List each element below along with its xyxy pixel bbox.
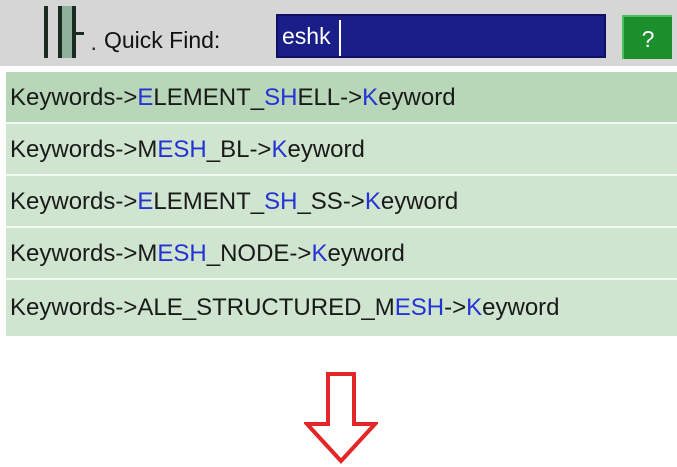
result-text: LEMENT_ xyxy=(153,188,265,215)
match-highlight: E xyxy=(137,84,154,111)
match-highlight: K xyxy=(364,188,381,215)
down-arrow-icon xyxy=(304,372,378,464)
result-item[interactable]: Keywords->ELEMENT_SH_SS->Keyword xyxy=(6,176,677,228)
result-text: eyword xyxy=(287,136,365,163)
match-highlight: K xyxy=(362,84,379,111)
search-results-list: Keywords->ELEMENT_SHELL->Keyword Keywords… xyxy=(6,72,677,336)
match-highlight: ESH xyxy=(394,294,445,321)
quick-find-input[interactable] xyxy=(276,14,606,58)
match-highlight: ESH xyxy=(157,240,207,267)
match-highlight: K xyxy=(271,136,288,163)
result-item[interactable]: Keywords->ALE_STRUCTURED_MESH->Keyword xyxy=(6,280,677,336)
result-text: Keywords->M xyxy=(10,136,158,163)
match-highlight: SH xyxy=(264,84,298,111)
result-item[interactable]: Keywords->MESH_NODE->Keyword xyxy=(6,228,677,280)
result-text: Keywords->ALE_STRUCTURED_M xyxy=(10,294,395,321)
match-highlight: K xyxy=(311,240,328,267)
match-highlight: K xyxy=(466,294,483,321)
result-text: eyword xyxy=(482,294,560,321)
match-highlight: SH xyxy=(264,188,298,215)
grip-bar xyxy=(44,6,48,58)
result-text: LEMENT_ xyxy=(153,84,265,111)
result-text: Keywords-> xyxy=(10,84,138,111)
result-text: _NODE-> xyxy=(206,240,312,267)
help-button[interactable]: ? xyxy=(622,15,672,59)
result-text: _SS-> xyxy=(297,188,365,215)
result-text: eyword xyxy=(327,240,405,267)
result-text: eyword xyxy=(378,84,456,111)
result-text: -> xyxy=(444,294,467,321)
match-highlight: E xyxy=(137,188,154,215)
result-text: eyword xyxy=(380,188,459,215)
result-text: Keywords->M xyxy=(10,240,158,267)
text-cursor xyxy=(339,20,341,56)
quick-find-label: Quick Find: xyxy=(104,27,221,53)
grip-bar xyxy=(62,6,72,58)
result-item[interactable]: Keywords->ELEMENT_SHELL->Keyword xyxy=(6,72,677,124)
result-text: _BL-> xyxy=(206,136,272,163)
result-text: ELL-> xyxy=(297,84,363,111)
result-text: Keywords-> xyxy=(10,188,138,215)
quick-find-toolbar: ▪ Quick Find: ? xyxy=(0,0,677,66)
grip-tick xyxy=(76,32,84,35)
divider xyxy=(0,66,677,70)
match-highlight: ESH xyxy=(157,136,207,163)
result-item[interactable]: Keywords->MESH_BL->Keyword xyxy=(6,124,677,176)
dropdown-marker-icon: ▪ xyxy=(92,44,96,55)
